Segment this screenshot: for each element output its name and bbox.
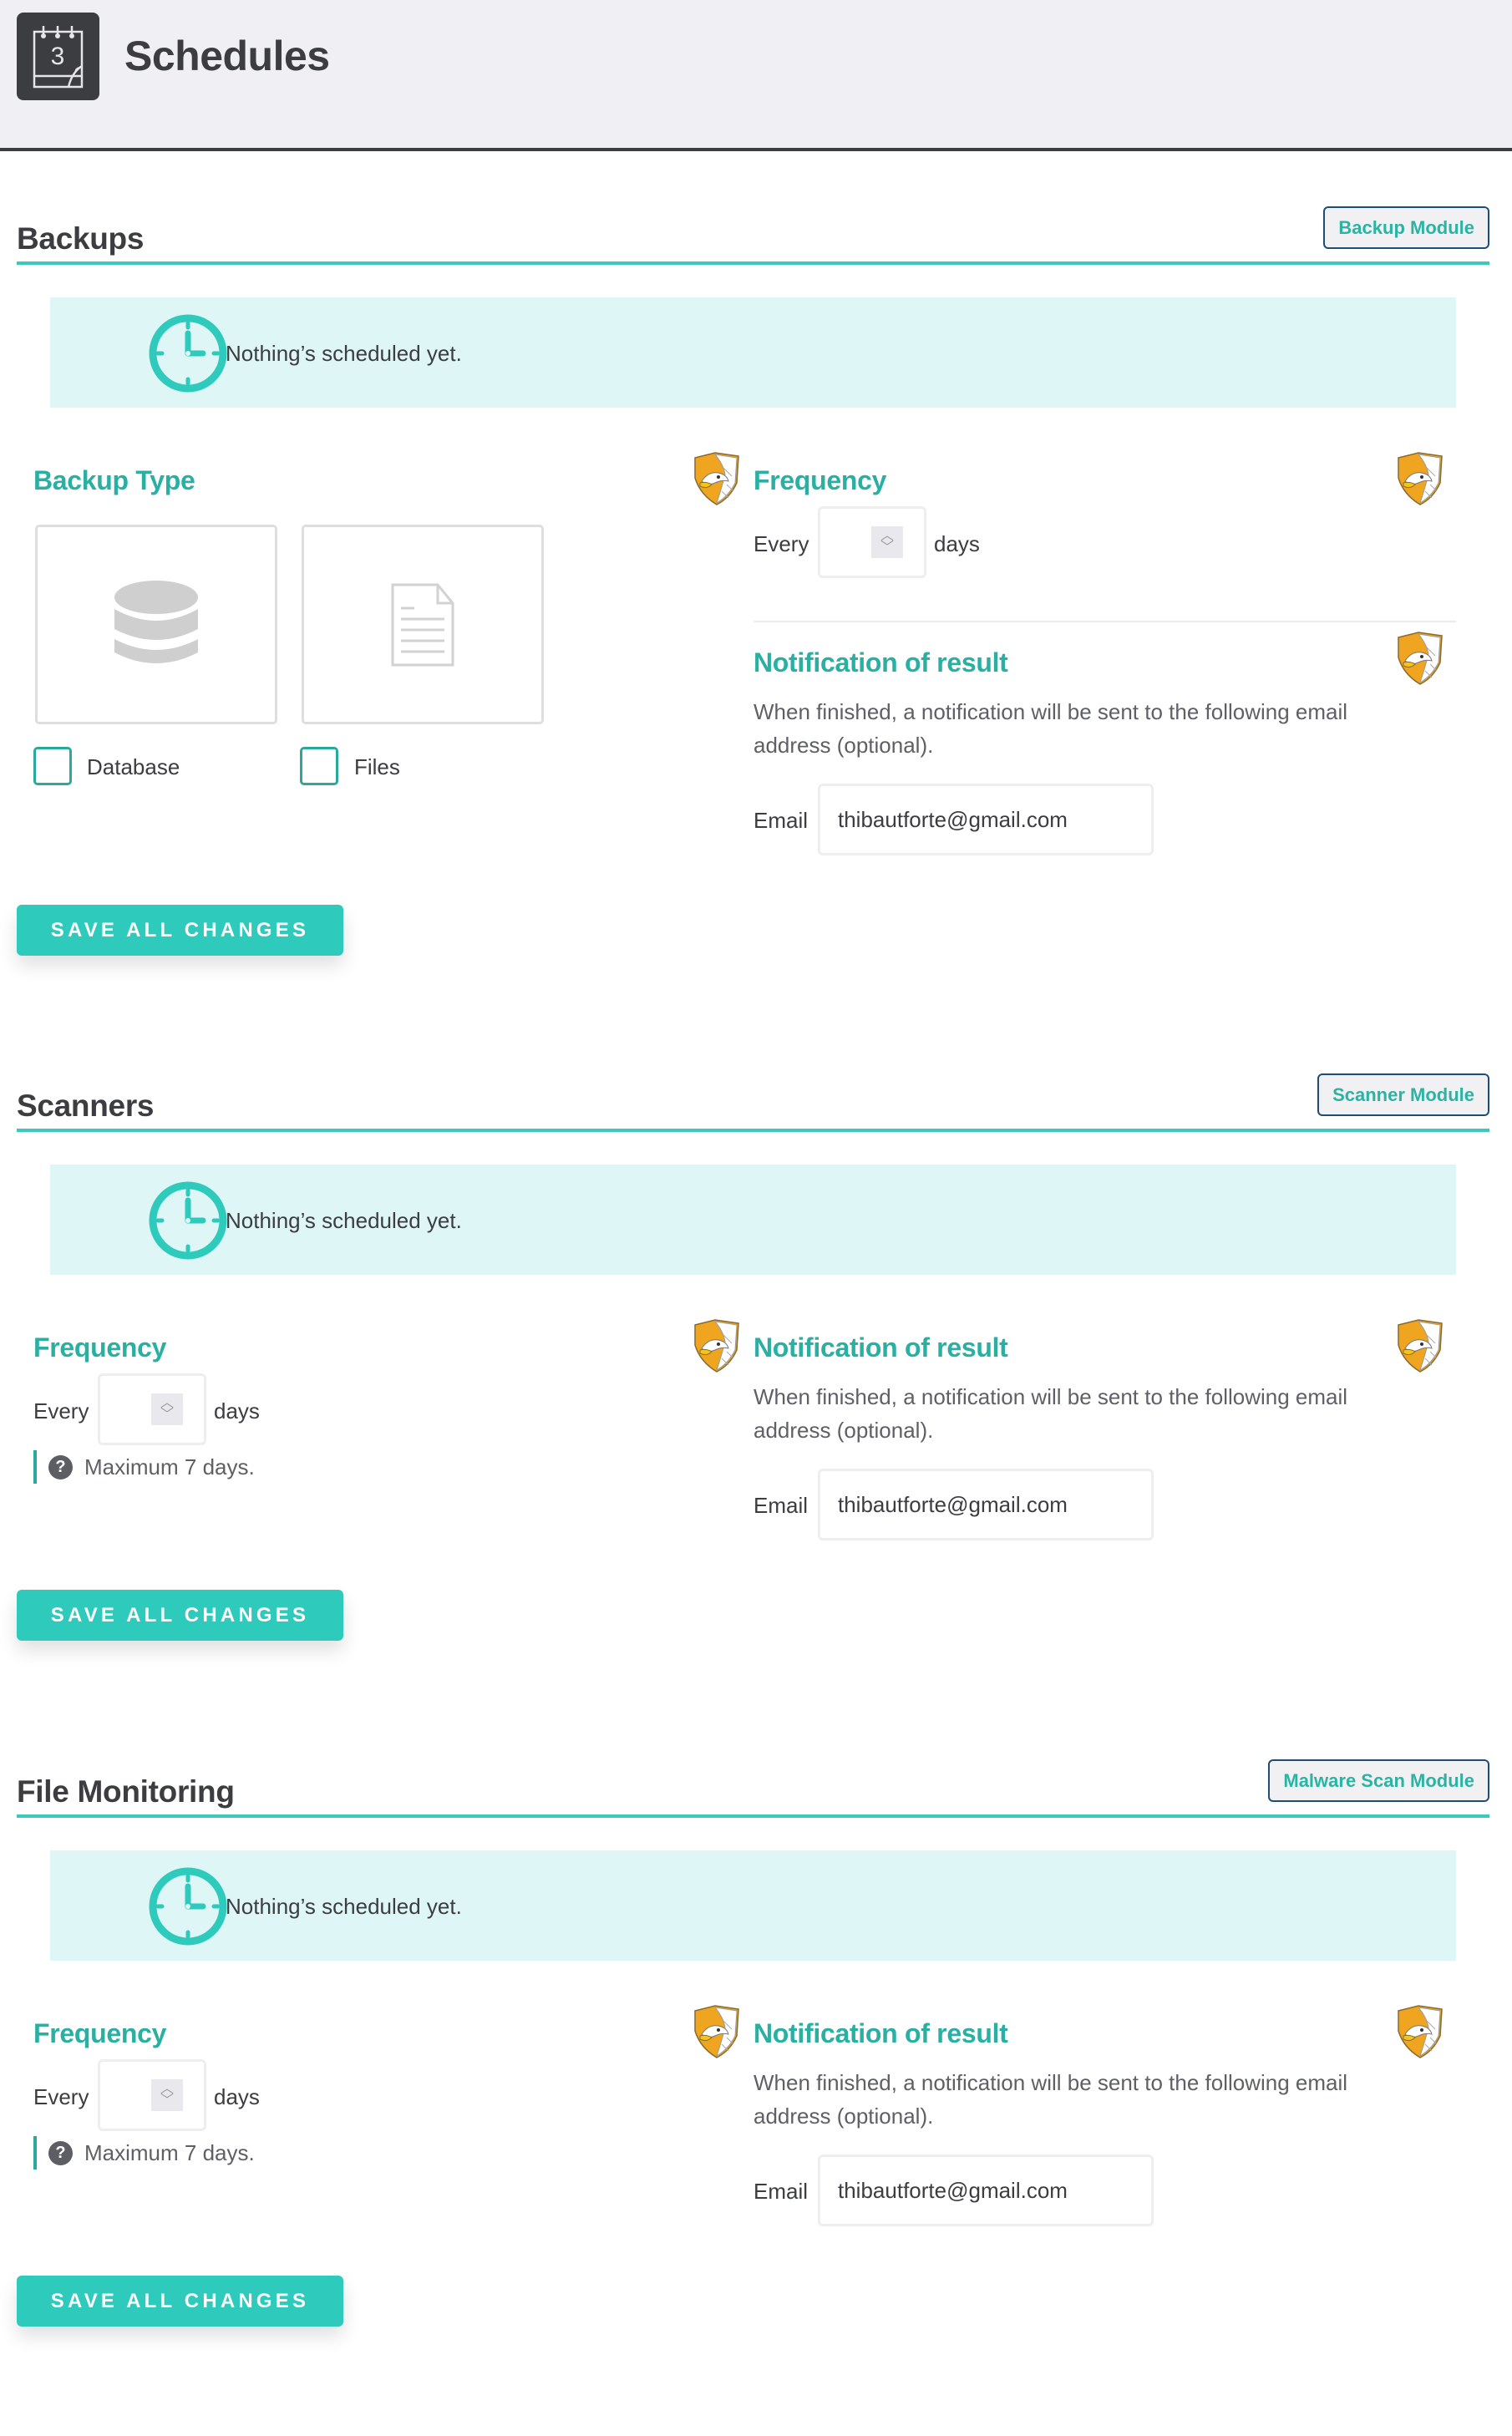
question-circle-icon: ? [48, 1454, 73, 1479]
question-circle-icon: ? [48, 2140, 73, 2165]
save-all-changes-button[interactable]: SAVE ALL CHANGES [17, 2276, 343, 2327]
database-label: Database [87, 754, 180, 779]
email-value: thibautforte@gmail.com [838, 806, 1068, 832]
files-checkbox[interactable] [300, 747, 338, 785]
database-checkbox[interactable] [33, 747, 72, 785]
schedule-notice: Nothing’s scheduled yet. [50, 1165, 1456, 1275]
section-title: Scanners [17, 1089, 155, 1123]
eagle-shield-icon [1393, 2004, 1447, 2059]
backup-module-button[interactable]: Backup Module [1323, 206, 1489, 249]
number-spinner[interactable]: ︿ ﹀ [151, 1393, 183, 1425]
save-all-changes-button[interactable]: SAVE ALL CHANGES [17, 1590, 343, 1641]
eagle-shield-icon [690, 2004, 743, 2059]
frequency-prefix: Every [33, 2084, 89, 2109]
email-value: thibautforte@gmail.com [838, 2177, 1068, 2203]
eagle-shield-icon [690, 451, 743, 506]
eagle-shield-icon [1393, 451, 1447, 506]
database-card[interactable] [35, 525, 277, 724]
clock-icon [146, 312, 230, 395]
notice-text: Nothing’s scheduled yet. [226, 341, 462, 366]
backup-type-title: Backup Type [33, 465, 195, 495]
files-label: Files [354, 754, 400, 779]
divider [753, 621, 1456, 622]
eagle-shield-icon [1393, 1318, 1447, 1373]
frequency-title: Frequency [753, 465, 887, 495]
notification-title: Notification of result [753, 2018, 1008, 2048]
email-label: Email [753, 1493, 809, 1518]
email-input[interactable]: thibautforte@gmail.com [818, 1469, 1154, 1540]
frequency-title: Frequency [33, 2018, 167, 2048]
hint-text: Maximum 7 days. [84, 2139, 255, 2165]
calendar-day: 3 [51, 43, 65, 70]
notification-description: When finished, a notification will be se… [753, 1384, 1348, 1443]
frequency-days-input[interactable]: ︿ ﹀ [98, 1373, 206, 1445]
frequency-title: Frequency [33, 1332, 167, 1363]
notification-description: When finished, a notification will be se… [753, 2070, 1348, 2129]
email-input[interactable]: thibautforte@gmail.com [818, 2154, 1154, 2226]
save-all-changes-button[interactable]: SAVE ALL CHANGES [17, 905, 343, 956]
eagle-shield-icon [690, 1318, 743, 1373]
file-icon [391, 583, 454, 666]
scanner-module-button[interactable]: Scanner Module [1317, 1073, 1489, 1116]
frequency-hint: ? Maximum 7 days. [33, 1450, 255, 1484]
email-value: thibautforte@gmail.com [838, 1491, 1068, 1517]
section-title: File Monitoring [17, 1774, 235, 1809]
frequency-prefix: Every [753, 531, 809, 556]
section-title: Backups [17, 221, 145, 256]
email-input[interactable]: thibautforte@gmail.com [818, 784, 1154, 855]
frequency-days-input[interactable]: ︿ ﹀ [98, 2059, 206, 2131]
page-header: 3 Schedules [0, 0, 1512, 151]
frequency-prefix: Every [33, 1398, 89, 1424]
malware-scan-module-button[interactable]: Malware Scan Module [1268, 1759, 1489, 1802]
frequency-suffix: days [214, 2084, 260, 2109]
frequency-suffix: days [934, 531, 980, 556]
schedule-notice: Nothing’s scheduled yet. [50, 297, 1456, 408]
clock-icon [146, 1865, 230, 1948]
chevron-down-icon[interactable]: ﹀ [151, 1408, 183, 1422]
clock-icon [146, 1179, 230, 1262]
notification-description: When finished, a notification will be se… [753, 699, 1348, 758]
notification-title: Notification of result [753, 647, 1008, 678]
schedule-notice: Nothing’s scheduled yet. [50, 1850, 1456, 1961]
notification-title: Notification of result [753, 1332, 1008, 1363]
notice-text: Nothing’s scheduled yet. [226, 1894, 462, 1919]
number-spinner[interactable]: ︿ ﹀ [151, 2079, 183, 2111]
section-divider [17, 261, 1489, 265]
email-label: Email [753, 2179, 809, 2204]
number-spinner[interactable]: ︿ ﹀ [871, 526, 903, 558]
database-icon [114, 580, 198, 663]
frequency-suffix: days [214, 1398, 260, 1424]
section-divider [17, 1129, 1489, 1132]
files-card[interactable] [302, 525, 544, 724]
hint-text: Maximum 7 days. [84, 1454, 255, 1479]
frequency-days-input[interactable]: ︿ ﹀ [818, 506, 926, 578]
calendar-icon: 3 [17, 13, 99, 100]
email-label: Email [753, 808, 809, 833]
eagle-shield-icon [1393, 631, 1447, 686]
page-title: Schedules [124, 33, 330, 79]
chevron-down-icon[interactable]: ﹀ [871, 541, 903, 555]
notice-text: Nothing’s scheduled yet. [226, 1208, 462, 1233]
frequency-hint: ? Maximum 7 days. [33, 2136, 255, 2170]
chevron-down-icon[interactable]: ﹀ [151, 2094, 183, 2108]
section-divider [17, 1814, 1489, 1818]
